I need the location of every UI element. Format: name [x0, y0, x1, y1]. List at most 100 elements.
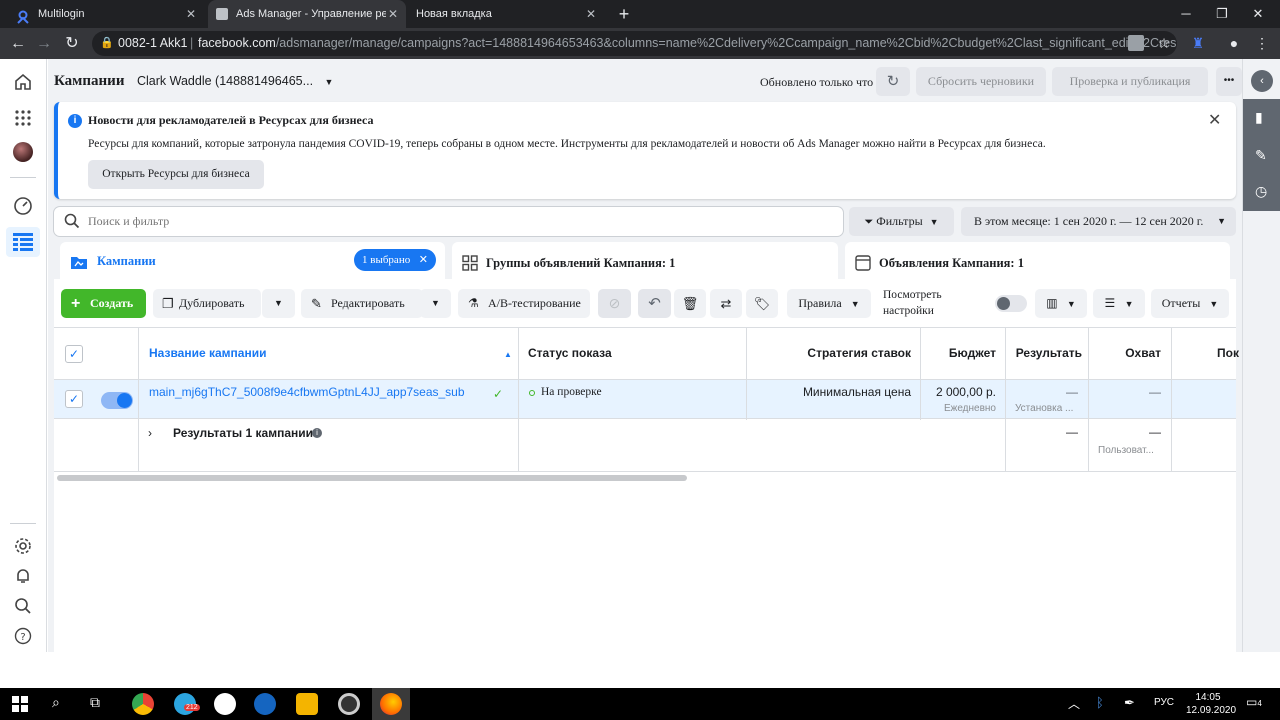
open-business-resources-button[interactable]: Открыть Ресурсы для бизнеса	[88, 160, 264, 189]
reload-icon[interactable]: ↻	[60, 28, 84, 59]
reports-button[interactable]: Отчеты ▼	[1151, 289, 1229, 318]
search-icon[interactable]	[12, 595, 34, 617]
sort-ascending-icon[interactable]: ▲	[504, 350, 512, 359]
close-icon[interactable]: ✕	[388, 0, 398, 28]
url-field[interactable]: 🔒 0082-1 Akk1 | facebook.com/adsmanager/…	[92, 31, 1177, 56]
notifications-bell-icon[interactable]	[12, 565, 34, 587]
star-icon[interactable]: ☆	[1152, 28, 1176, 59]
history-panel-tab[interactable]: ◷	[1243, 175, 1280, 211]
tray-chevron-up-icon[interactable]: ︿	[1068, 695, 1080, 712]
undo-button[interactable]: ↶	[638, 289, 671, 318]
duplicate-dropdown[interactable]: ▼	[262, 289, 295, 318]
back-icon[interactable]: ←	[6, 28, 30, 59]
bluetooth-icon[interactable]: ᛒ	[1096, 695, 1104, 710]
tag-button[interactable]: 🏷	[746, 289, 778, 318]
account-icon[interactable]: ●	[1222, 28, 1246, 59]
settings-gear-icon[interactable]	[12, 535, 34, 557]
chevron-down-icon: ▼	[324, 77, 334, 87]
row-checkbox[interactable]: ✓	[65, 390, 83, 408]
create-button[interactable]: + Создать	[61, 289, 146, 318]
export-button[interactable]: ⇄	[710, 289, 742, 318]
col-header-budget[interactable]: Бюджет	[920, 327, 996, 379]
home-icon[interactable]	[12, 71, 34, 93]
left-nav-rail: ?	[0, 59, 47, 652]
refresh-button[interactable]: ↻	[876, 67, 910, 96]
extension-icon[interactable]: ♜	[1186, 28, 1210, 59]
chart-panel-tab[interactable]: ▮	[1243, 99, 1280, 139]
dashboard-gauge-icon[interactable]	[12, 195, 34, 217]
delete-button[interactable]: 🗑	[674, 289, 706, 318]
close-window-icon[interactable]: ✕	[1240, 0, 1276, 28]
date-range-picker[interactable]: В этом месяце: 1 сен 2020 г. — 12 сен 20…	[961, 207, 1236, 236]
col-header-name[interactable]: Название кампании	[149, 327, 266, 379]
columns-button[interactable]: ▥ ▼	[1035, 289, 1087, 318]
selected-count-badge[interactable]: 1 выбрано ✕	[354, 249, 436, 271]
tab-new-tab[interactable]: Новая вкладка ✕	[408, 0, 604, 28]
info-icon[interactable]: i	[312, 428, 322, 438]
duplicate-button[interactable]: ❐ Дублировать	[153, 289, 261, 318]
chrome-icon[interactable]	[132, 693, 154, 715]
edit-button[interactable]: ✎ Редактировать	[301, 289, 423, 318]
notification-center-icon[interactable]: ▭4	[1246, 695, 1262, 709]
edit-dropdown[interactable]: ▼	[420, 289, 451, 318]
tab-campaigns[interactable]: Кампании 1 выбрано ✕	[60, 242, 445, 279]
search-filter-bar[interactable]	[54, 207, 843, 236]
col-header-reach[interactable]: Охват	[1088, 327, 1161, 379]
account-selector[interactable]: Clark Waddle (148881496465... ▼	[137, 74, 333, 88]
forward-icon[interactable]: →	[32, 28, 56, 59]
search-icon[interactable]: ⌕	[52, 694, 60, 711]
browser-app-icon[interactable]	[254, 693, 276, 715]
delete-disabled-button[interactable]: ⊘	[598, 289, 631, 318]
col-header-delivery[interactable]: Статус показа	[528, 327, 612, 379]
firefox-taskbar-item[interactable]	[372, 688, 410, 720]
summary-reach: —	[1149, 425, 1161, 439]
selected-count-label: 1 выбрано	[362, 254, 411, 266]
task-view-icon[interactable]: ⧉	[90, 694, 100, 711]
maximize-icon[interactable]: ❐	[1204, 0, 1240, 28]
grid-menu-icon[interactable]	[12, 107, 34, 129]
tab-ads[interactable]: Объявления Кампания: 1	[845, 242, 1230, 279]
close-icon[interactable]: ✕	[586, 0, 596, 28]
menu-icon[interactable]: ⋮	[1250, 28, 1274, 59]
tab-ads-manager[interactable]: Ads Manager - Управление рек ✕	[208, 0, 406, 28]
rules-button[interactable]: Правила ▼	[787, 289, 871, 318]
search-input[interactable]	[88, 211, 828, 232]
translate-icon[interactable]	[1128, 35, 1144, 51]
tab-multilogin[interactable]: Multilogin ✕	[8, 0, 204, 28]
edit-panel-tab[interactable]: ✎	[1243, 139, 1280, 175]
columns-icon: ▥	[1046, 296, 1058, 310]
filters-button[interactable]: ⏷ Фильтры ▼	[849, 207, 954, 236]
file-explorer-icon[interactable]	[296, 693, 318, 715]
language-indicator[interactable]: РУС	[1154, 697, 1174, 708]
campaign-name-link[interactable]: main_mj6gThC7_5008f9e4cfbwmGptnL4JJ_app7…	[149, 385, 465, 399]
horizontal-scrollbar[interactable]	[57, 475, 687, 481]
clock[interactable]: 14:05 12.09.2020	[1186, 691, 1236, 717]
campaign-toggle[interactable]	[101, 392, 133, 409]
col-header-result[interactable]: Результать	[1005, 327, 1082, 379]
expand-chevron-icon[interactable]: ›	[148, 426, 152, 440]
help-icon[interactable]: ?	[12, 625, 34, 647]
minimize-icon[interactable]: ─	[1168, 0, 1204, 28]
discard-drafts-button[interactable]: Сбросить черновики	[916, 67, 1046, 96]
obs-icon[interactable]	[338, 693, 360, 715]
col-header-bid[interactable]: Стратегия ставок	[746, 327, 911, 379]
multilogin-icon[interactable]	[214, 693, 236, 715]
avatar[interactable]	[12, 141, 34, 163]
ab-test-button[interactable]: ⚗ A/B-тестирование	[458, 289, 590, 318]
tab-adsets[interactable]: Группы объявлений Кампания: 1	[452, 242, 838, 279]
view-settings-toggle[interactable]	[995, 295, 1027, 312]
breakdown-button[interactable]: ☰ ▼	[1093, 289, 1145, 318]
pen-icon[interactable]: ✒	[1124, 695, 1135, 711]
clear-selection-icon[interactable]: ✕	[419, 249, 428, 271]
collapse-panel-icon[interactable]: ‹	[1251, 70, 1273, 92]
new-tab-button[interactable]: +	[612, 0, 636, 28]
review-publish-button[interactable]: Проверка и публикация	[1052, 67, 1208, 96]
telegram-icon[interactable]: 212	[174, 693, 200, 715]
select-all-checkbox[interactable]: ✓	[65, 345, 83, 363]
campaigns-table-nav[interactable]	[6, 227, 40, 257]
col-header-more[interactable]: Пок	[1217, 327, 1242, 379]
windows-start-icon[interactable]	[12, 696, 28, 715]
more-options-button[interactable]: •••	[1216, 67, 1242, 96]
close-icon[interactable]: ✕	[1208, 110, 1221, 130]
close-icon[interactable]: ✕	[186, 0, 196, 28]
